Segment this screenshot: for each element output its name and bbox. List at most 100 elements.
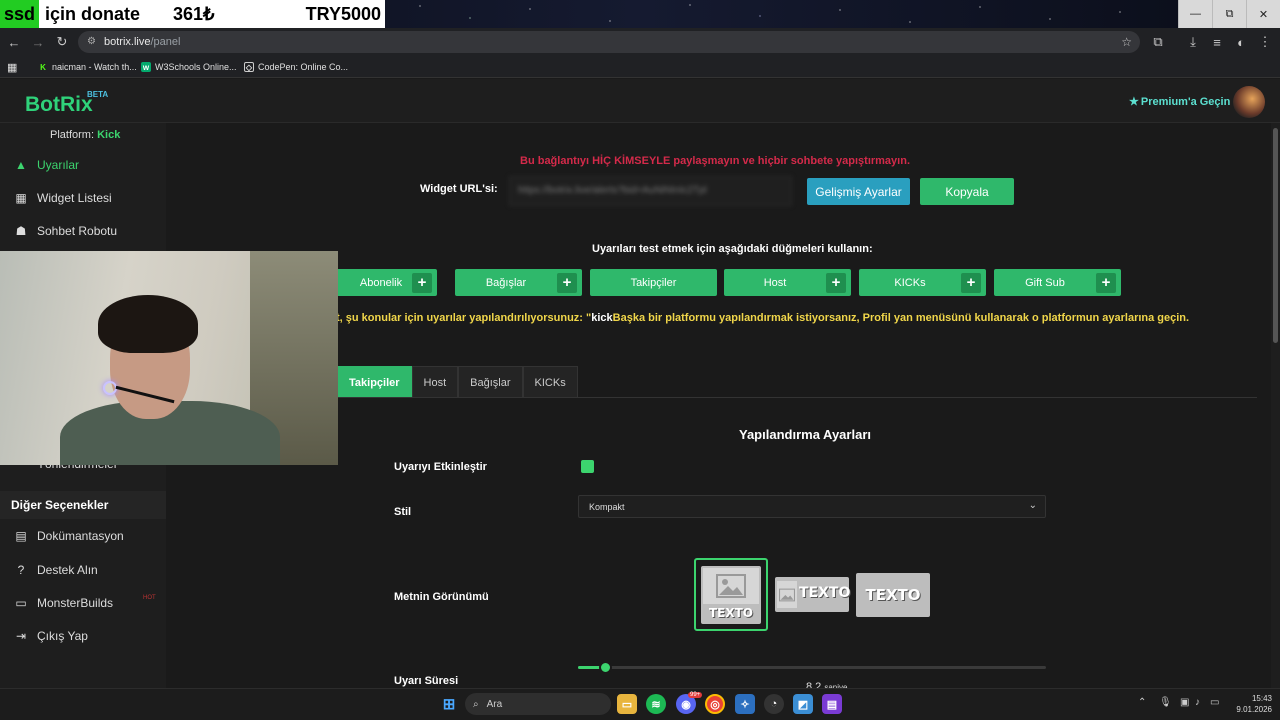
back-icon[interactable]: ← [5, 33, 23, 51]
test-gift-sub-button[interactable]: Gift Sub + [994, 269, 1121, 296]
style-select-value: Kompakt [589, 501, 625, 512]
avatar[interactable] [1233, 86, 1265, 118]
kick-icon: K [40, 62, 46, 72]
tab-followers[interactable]: Takipçiler [337, 366, 412, 398]
tray-chevron-icon[interactable]: ⌃ [1138, 697, 1146, 708]
battery-icon[interactable]: ▭ [1210, 697, 1219, 708]
plus-icon: + [1096, 272, 1116, 293]
reload-icon[interactable]: ↻ [53, 33, 71, 51]
windows-start-icon[interactable]: ⊞ [439, 694, 459, 714]
bookmark-star-icon[interactable]: ☆ [1121, 35, 1132, 49]
sidebar-item-docs[interactable]: ▤ Dokümantasyon [14, 527, 123, 545]
chrome-icon[interactable]: ◎ [705, 694, 725, 714]
style-label: Stil [394, 506, 412, 518]
sidebar-item-widget-list[interactable]: ▦ Widget Listesi [14, 189, 112, 207]
taskbar-clock[interactable]: 15:43 9.01.2026 [1226, 693, 1272, 715]
donation-goal-overlay: ssd için donate 361₺ TRY5000 [0, 0, 385, 28]
texto-sample: TEXTO [708, 606, 754, 620]
bookmark-naicman[interactable]: K naicman - Watch th... [38, 60, 137, 74]
appearance-option-stacked[interactable]: TEXTO [694, 558, 768, 631]
plus-icon: + [961, 272, 981, 293]
plus-icon: + [557, 272, 577, 293]
other-options-heading: Diğer Seçenekler [0, 491, 166, 519]
test-followers-button[interactable]: Takipçiler [590, 269, 717, 296]
duration-label: Uyarı Süresi [394, 675, 459, 687]
premium-link[interactable]: ★ Premium'a Geçin [1129, 95, 1231, 109]
test-donations-button[interactable]: Bağışlar + [455, 269, 582, 296]
codepen-icon: ◇ [244, 62, 254, 72]
botrix-logo[interactable]: BotRix [25, 93, 93, 117]
donation-amount: 361₺ [172, 3, 215, 24]
plus-icon: + [412, 272, 432, 293]
microphone-icon[interactable]: 🎙︎ [1159, 697, 1172, 708]
app-icon[interactable]: ✧ [735, 694, 755, 714]
sidebar-item-support[interactable]: ? Destek Alın [14, 561, 98, 579]
sidebar-item-logout[interactable]: ⇥ Çıkış Yap [14, 627, 88, 645]
file-explorer-icon[interactable]: ▭ [617, 694, 637, 714]
image-placeholder-icon [777, 581, 797, 608]
test-kicks-button[interactable]: KICKs + [859, 269, 986, 296]
appearance-option-inline[interactable]: TEXTO [775, 577, 850, 612]
premium-label: Premium'a Geçin [1140, 95, 1231, 108]
donation-label: için donate [45, 3, 141, 24]
sidebar-item-label: Widget Listesi [37, 191, 112, 205]
media-icon[interactable]: ≡ [1208, 33, 1226, 51]
extensions-icon[interactable]: ⧉ [1149, 33, 1167, 51]
address-bar[interactable]: ⚙ botrix.live/panel ☆ [78, 31, 1140, 53]
minimize-button[interactable]: — [1178, 0, 1212, 28]
tab-kicks[interactable]: KICKs [522, 366, 578, 398]
clock-date: 9.01.2026 [1236, 705, 1272, 714]
test-button-label: Takipçiler [630, 276, 677, 289]
site-info-icon[interactable]: ⚙ [87, 36, 96, 47]
question-icon: ? [17, 563, 25, 577]
appearance-preview: TEXTO [701, 566, 761, 624]
webcam-overlay [0, 251, 338, 465]
advanced-settings-button[interactable]: Gelişmiş Ayarlar [807, 178, 910, 205]
texto-sample: TEXTO [865, 586, 921, 604]
close-window-button[interactable]: ✕ [1246, 0, 1280, 28]
sidebar-item-label: Uyarılar [37, 158, 80, 172]
taskbar-search[interactable]: ⌕ Ara [465, 693, 611, 715]
duration-slider-track[interactable] [578, 666, 1046, 669]
platform-label: Platform: [50, 129, 95, 141]
scrollbar-thumb[interactable] [1273, 128, 1278, 343]
platform-value: Kick [97, 129, 121, 141]
forward-icon[interactable]: → [29, 33, 47, 51]
w3schools-icon: w [141, 62, 151, 72]
tab-donations[interactable]: Bağışlar [458, 366, 523, 398]
sidebar-item-alerts[interactable]: ▲ Uyarılar [14, 156, 79, 174]
notice-platform: kick [591, 312, 613, 324]
profile-icon[interactable]: ◐ [1232, 33, 1250, 51]
editor-icon[interactable]: ◩ [793, 694, 813, 714]
sidebar-item-chatbot[interactable]: ☗ Sohbet Robotu [14, 222, 117, 240]
platform-indicator: Platform: Kick [50, 129, 120, 141]
text-view-label: Metnin Görünümü [394, 591, 489, 603]
widget-url-field[interactable]: https://botrix.live/alerts?bid=AuNiNInIc… [509, 176, 792, 206]
notice-prefix: t, şu konular için uyarılar yapılandırıl… [336, 312, 592, 324]
donation-goal: TRY5000 [305, 3, 381, 24]
network-icon[interactable]: ▣ [1180, 697, 1189, 708]
download-icon[interactable]: ⤓ [1184, 33, 1202, 51]
test-button-label: Host [763, 276, 787, 289]
apps-icon[interactable]: ▦ [7, 60, 17, 74]
appearance-option-text-only[interactable]: TEXTO [856, 573, 930, 617]
sidebar-item-label: Çıkış Yap [37, 629, 88, 643]
test-host-button[interactable]: Host + [724, 269, 851, 296]
sidebar-item-monsterbuilds[interactable]: ▭ MonsterBuilds [14, 594, 113, 612]
hot-badge: HOT [143, 595, 156, 601]
url-host: botrix.live [104, 36, 151, 48]
video-editor-icon[interactable]: ▤ [822, 694, 842, 714]
duration-slider-handle[interactable] [599, 661, 612, 674]
style-select[interactable]: Kompakt ⌄ [578, 495, 1046, 518]
restore-button[interactable]: ⧉ [1212, 0, 1246, 28]
bookmark-w3schools[interactable]: w W3Schools Online... [141, 60, 237, 74]
volume-icon[interactable]: ♪ [1195, 697, 1200, 708]
bookmark-codepen[interactable]: ◇ CodePen: Online Co... [244, 60, 348, 74]
menu-icon[interactable]: ⋮ [1256, 33, 1274, 51]
spotify-icon[interactable]: ≋ [646, 694, 666, 714]
obs-icon[interactable]: ◔ [764, 694, 784, 714]
tab-host[interactable]: Host [411, 366, 459, 398]
enable-alert-checkbox[interactable] [581, 460, 594, 473]
warning-icon: ▲ [15, 158, 27, 172]
copy-button[interactable]: Kopyala [920, 178, 1014, 205]
